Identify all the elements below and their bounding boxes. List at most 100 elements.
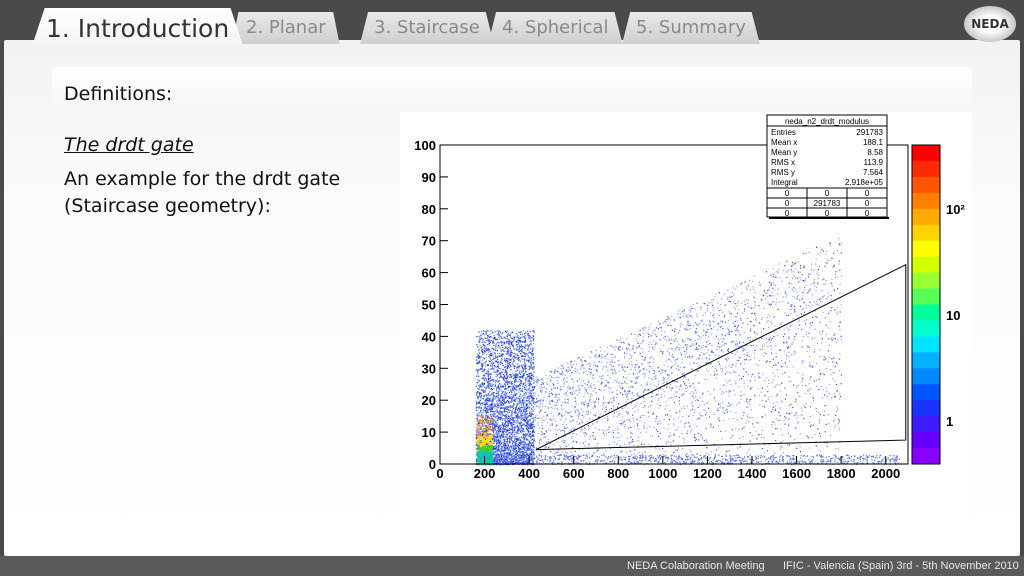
scatter-point xyxy=(510,340,512,342)
tab-summary[interactable]: 5. Summary xyxy=(622,12,760,44)
tab-planar[interactable]: 2. Planar xyxy=(232,12,340,44)
scatter-point xyxy=(817,428,819,430)
scatter-point xyxy=(592,423,594,425)
scatter-point xyxy=(802,377,804,379)
scatter-point xyxy=(557,449,559,451)
scatter-point xyxy=(636,347,638,349)
scatter-point xyxy=(691,308,693,310)
scatter-point xyxy=(686,348,688,350)
scatter-point xyxy=(743,368,745,370)
scatter-point xyxy=(536,382,538,384)
scatter-point xyxy=(665,443,667,445)
scatter-point xyxy=(574,406,576,408)
scatter-point xyxy=(668,386,671,388)
scatter-point xyxy=(628,392,630,394)
scatter-point xyxy=(713,388,715,390)
scatter-point xyxy=(524,399,526,401)
scatter-point xyxy=(768,339,770,341)
scatter-point xyxy=(839,311,841,313)
scatter-point xyxy=(629,444,631,446)
scatter-point xyxy=(835,341,837,343)
scatter-point xyxy=(737,330,739,332)
scatter-point xyxy=(720,368,722,370)
scatter-point xyxy=(775,304,777,306)
scatter-point xyxy=(780,400,782,402)
scatter-point xyxy=(807,292,809,294)
scatter-point xyxy=(810,263,813,265)
scatter-point xyxy=(590,383,592,385)
scatter-point xyxy=(743,332,745,334)
tab-spherical[interactable]: 4. Spherical xyxy=(488,12,623,44)
scatter-point xyxy=(834,273,837,276)
scatter-point xyxy=(480,356,483,358)
scatter-point xyxy=(741,326,743,328)
scatter-point xyxy=(608,431,610,433)
scatter-point xyxy=(689,339,691,341)
scatter-point xyxy=(723,315,726,317)
scatter-point xyxy=(498,367,500,370)
tab-introduction[interactable]: 1. Introduction xyxy=(32,8,244,46)
scatter-point xyxy=(823,356,825,358)
scatter-point xyxy=(643,390,646,392)
scatter-point xyxy=(606,354,608,356)
scatter-point xyxy=(815,362,818,364)
scatter-point xyxy=(516,333,518,335)
scatter-point xyxy=(544,436,546,438)
scatter-point xyxy=(658,370,660,372)
scatter-point xyxy=(607,370,609,372)
scatter-point xyxy=(668,352,671,354)
scatter-point xyxy=(701,394,704,396)
scatter-point xyxy=(748,416,750,419)
scatter-point xyxy=(744,422,747,424)
scatter-point xyxy=(700,309,702,311)
scatter-point xyxy=(584,435,586,437)
scatter-point xyxy=(579,387,581,389)
scatter-points xyxy=(475,237,901,466)
scatter-point xyxy=(475,426,477,429)
scatter-point xyxy=(590,435,592,437)
scatter-point xyxy=(795,414,797,416)
scatter-point xyxy=(690,451,692,453)
scatter-point xyxy=(771,382,773,384)
scatter-point xyxy=(775,344,777,347)
scatter-point xyxy=(656,415,658,417)
scatter-point xyxy=(490,376,492,378)
scatter-point xyxy=(787,432,789,434)
scatter-point xyxy=(746,420,748,422)
scatter-point xyxy=(716,409,718,411)
scatter-point xyxy=(739,317,742,319)
scatter-point xyxy=(792,366,794,368)
scatter-point xyxy=(699,348,701,350)
scatter-point xyxy=(734,353,736,356)
scatter-point xyxy=(592,407,595,409)
scatter-point xyxy=(626,338,628,340)
scatter-point xyxy=(570,451,573,453)
scatter-point xyxy=(494,347,497,349)
scatter-point xyxy=(528,359,531,361)
scatter-point xyxy=(497,341,499,343)
scatter-point xyxy=(699,322,701,324)
scatter-point xyxy=(838,358,841,360)
scatter-point xyxy=(601,361,603,363)
scatter-point xyxy=(788,356,790,358)
scatter-point xyxy=(657,435,660,438)
scatter-point xyxy=(601,408,604,411)
scatter-point xyxy=(669,397,672,399)
scatter-point xyxy=(718,354,720,357)
scatter-point xyxy=(533,449,535,451)
scatter-point xyxy=(666,318,668,321)
scatter-point xyxy=(754,318,756,320)
scatter-point xyxy=(736,312,739,314)
scatter-point xyxy=(610,398,612,400)
scatter-point xyxy=(755,345,758,347)
scatter-point xyxy=(588,453,590,455)
scatter-point xyxy=(543,433,545,435)
tab-staircase[interactable]: 3. Staircase xyxy=(360,12,494,44)
scatter-point xyxy=(504,436,506,438)
scatter-point xyxy=(638,366,640,368)
scatter-point xyxy=(695,332,697,334)
scatter-point xyxy=(638,451,640,454)
scatter-point xyxy=(509,405,511,407)
scatter-point xyxy=(749,336,752,338)
scatter-point xyxy=(805,252,807,254)
